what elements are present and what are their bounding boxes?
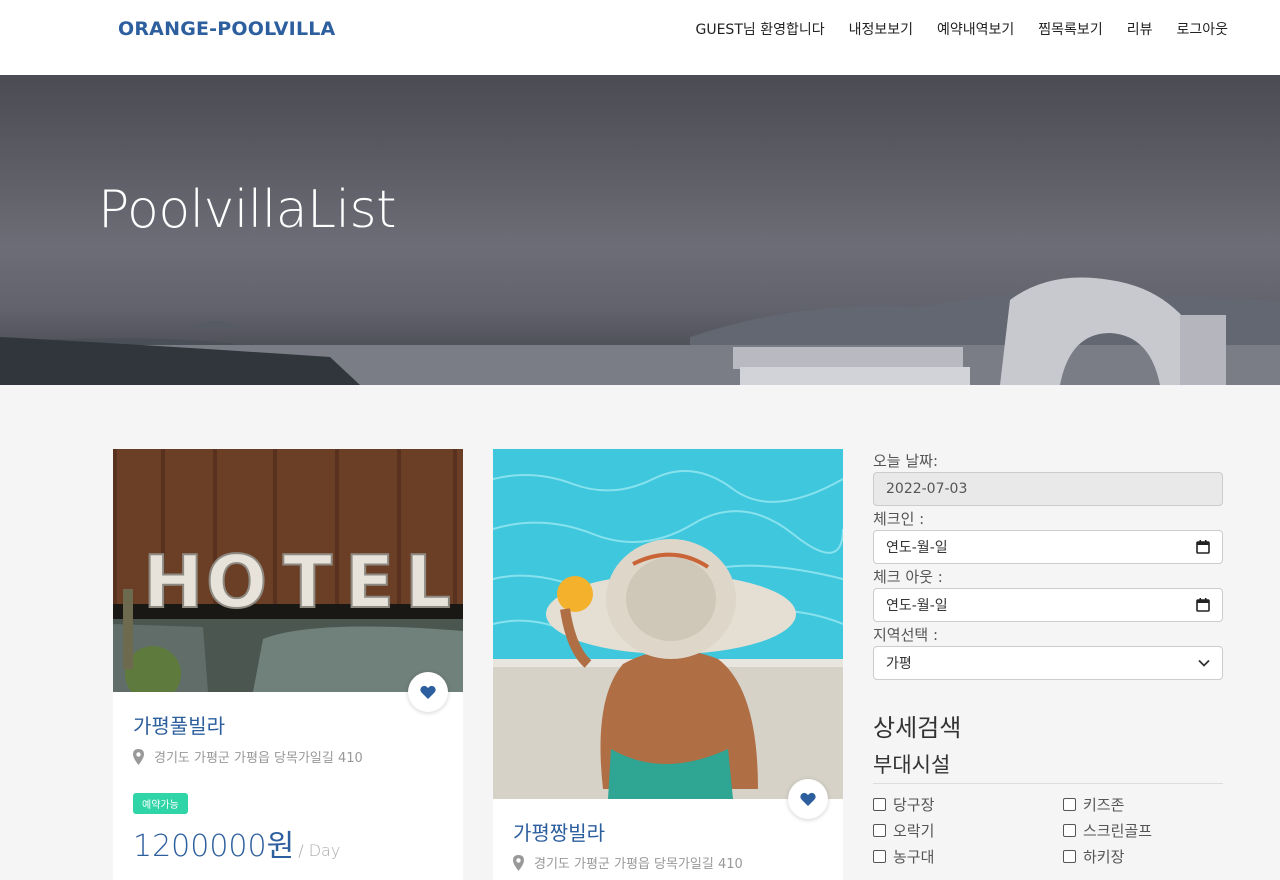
svg-text:H: H — [143, 540, 203, 624]
address-text: 경기도 가평군 가평읍 당목가일길 410 — [534, 857, 743, 872]
search-panel: 오늘 날짜: 2022-07-03 체크인 : 연도-월-일 체크 아웃 : 연… — [873, 450, 1223, 867]
facility-label: 키즈존 — [1083, 796, 1125, 814]
address-text: 경기도 가평군 가평읍 당목가일길 410 — [154, 751, 363, 766]
nav-logout[interactable]: 로그아웃 — [1176, 19, 1228, 39]
heart-icon — [800, 792, 816, 806]
map-pin-icon — [133, 748, 144, 765]
heart-icon — [420, 685, 436, 699]
price-value: 1200000원 — [133, 829, 295, 864]
page-title: PoolvillaList — [98, 180, 396, 240]
nav-wishlist[interactable]: 찜목록보기 — [1038, 19, 1102, 39]
calendar-icon[interactable] — [1196, 598, 1210, 612]
facility-label: 당구장 — [893, 796, 935, 814]
facility-checkboxes: 당구장 키즈존 오락기 스크린골프 농구대 하키장 — [873, 794, 1223, 867]
facility-billiards[interactable]: 당구장 — [873, 794, 1063, 815]
checkout-date-input[interactable]: 연도-월-일 — [873, 588, 1223, 622]
today-date-value: 2022-07-03 — [886, 481, 968, 497]
region-label: 지역선택 : — [873, 626, 939, 644]
checkbox[interactable] — [873, 850, 886, 863]
facility-hockey[interactable]: 하키장 — [1063, 846, 1223, 867]
villa-card[interactable]: 가평짱빌라 경기도 가평군 가평읍 당목가일길 410 — [493, 449, 843, 880]
checkbox[interactable] — [1063, 798, 1076, 811]
price-unit: / Day — [298, 841, 341, 860]
favorite-button[interactable] — [408, 672, 448, 712]
checkbox[interactable] — [873, 824, 886, 837]
villa-image-pool[interactable] — [493, 449, 843, 799]
svg-text:L: L — [405, 540, 451, 624]
svg-text:E: E — [345, 540, 394, 624]
today-date-field: 2022-07-03 — [873, 472, 1223, 506]
checkin-date-input[interactable]: 연도-월-일 — [873, 530, 1223, 564]
facility-basketball[interactable]: 농구대 — [873, 846, 1063, 867]
region-select[interactable]: 가평 — [873, 646, 1223, 680]
favorite-button[interactable] — [788, 779, 828, 819]
villa-price: 1200000원 / Day — [133, 821, 340, 865]
facility-label: 오락기 — [893, 822, 935, 840]
villa-address: 경기도 가평군 가평읍 당목가일길 410 — [513, 853, 743, 872]
nav-my-info[interactable]: 내정보보기 — [849, 19, 913, 39]
facility-arcade[interactable]: 오락기 — [873, 820, 1063, 841]
villa-card[interactable]: HOT EL 가평풀빌라 경기도 가평군 가평읍 당목가일길 410 예약가능 … — [113, 449, 463, 880]
brand-logo[interactable]: ORANGE-POOLVILLA — [118, 18, 335, 40]
checkbox[interactable] — [873, 798, 886, 811]
today-label: 오늘 날짜: — [873, 452, 939, 470]
checkin-label: 체크인 : — [873, 510, 925, 528]
checkbox[interactable] — [1063, 824, 1076, 837]
checkin-date-value: 연도-월-일 — [886, 540, 948, 556]
chevron-down-icon — [1198, 659, 1210, 667]
calendar-icon[interactable] — [1196, 540, 1210, 554]
status-badge: 예약가능 — [133, 793, 188, 814]
nav-reservations[interactable]: 예약내역보기 — [937, 19, 1014, 39]
facilities-heading: 부대시설 — [873, 749, 1223, 784]
hero-banner: PoolvillaList — [0, 75, 1280, 385]
detail-search-heading: 상세검색 — [873, 714, 962, 742]
nav-welcome[interactable]: GUEST님 환영합니다 — [695, 19, 824, 39]
villa-address: 경기도 가평군 가평읍 당목가일길 410 — [133, 747, 363, 766]
nav-links: GUEST님 환영합니다 내정보보기 예약내역보기 찜목록보기 리뷰 로그아웃 — [671, 19, 1228, 39]
villa-title[interactable]: 가평짱빌라 — [513, 817, 605, 846]
checkbox[interactable] — [1063, 850, 1076, 863]
map-pin-icon — [513, 854, 524, 871]
region-selected-value: 가평 — [886, 656, 912, 672]
nav-reviews[interactable]: 리뷰 — [1127, 19, 1153, 39]
svg-text:O: O — [206, 540, 267, 624]
facility-label: 스크린골프 — [1083, 822, 1153, 840]
villa-title[interactable]: 가평풀빌라 — [133, 710, 225, 739]
checkout-date-value: 연도-월-일 — [886, 598, 948, 614]
svg-text:T: T — [283, 540, 332, 624]
facility-label: 농구대 — [893, 848, 935, 866]
villa-image-hotel[interactable]: HOT EL — [113, 449, 463, 692]
facility-kidszone[interactable]: 키즈존 — [1063, 794, 1223, 815]
facility-label: 하키장 — [1083, 848, 1125, 866]
checkout-label: 체크 아웃 : — [873, 568, 943, 586]
navbar: ORANGE-POOLVILLA GUEST님 환영합니다 내정보보기 예약내역… — [0, 0, 1280, 75]
facility-screen-golf[interactable]: 스크린골프 — [1063, 820, 1223, 841]
